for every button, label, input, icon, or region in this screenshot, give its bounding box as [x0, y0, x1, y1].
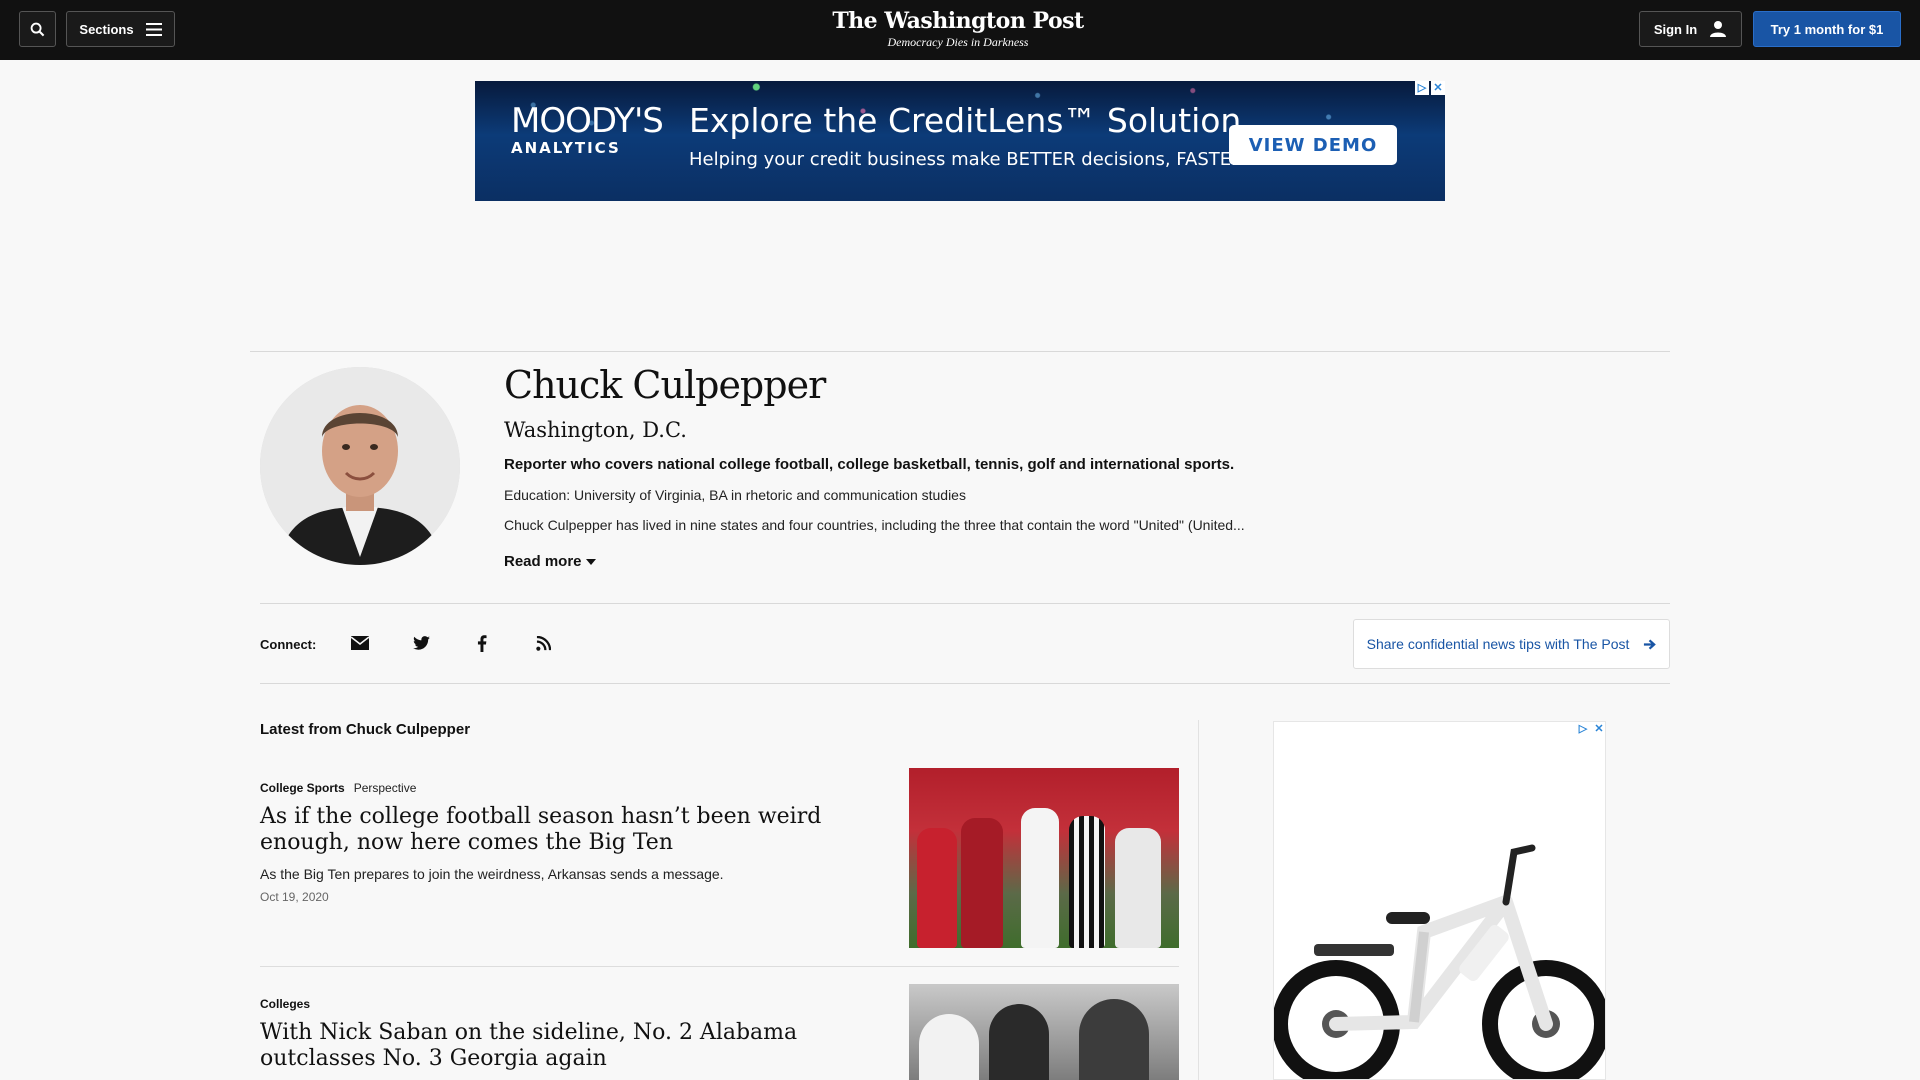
adchoices-controls: ▷ ✕	[1415, 81, 1445, 95]
adchoices-icon[interactable]: ▷	[1576, 722, 1590, 736]
subscribe-button[interactable]: Try 1 month for $1	[1753, 11, 1901, 47]
ad-brand-logo: MOODY'S ANALYTICS	[511, 101, 664, 157]
author-location: Washington, D.C.	[504, 418, 687, 442]
sidebar-advertisement[interactable]: ▷ ✕	[1273, 721, 1606, 1080]
story-date: Oct 19, 2020	[260, 890, 329, 904]
story-section-link[interactable]: College Sports	[260, 781, 345, 795]
coach-figure	[1021, 808, 1059, 948]
story-kicker: College Sports Perspective	[260, 781, 416, 795]
search-button[interactable]	[19, 11, 56, 47]
user-icon	[1710, 21, 1727, 37]
latest-heading: Latest from Chuck Culpepper	[260, 721, 471, 738]
story-image[interactable]	[909, 768, 1179, 948]
divider	[260, 603, 1670, 604]
player-figure	[961, 818, 1003, 948]
arrow-right-icon	[1644, 638, 1657, 650]
news-tips-button[interactable]: Share confidential news tips with The Po…	[1353, 619, 1670, 669]
staff-figure	[989, 1004, 1049, 1080]
sign-in-button[interactable]: Sign In	[1639, 11, 1742, 47]
connect-label: Connect:	[260, 637, 317, 652]
referee-figure	[1069, 816, 1105, 948]
author-avatar	[260, 367, 460, 565]
logo-title: The Washington Post	[832, 8, 1084, 34]
player-figure	[917, 828, 957, 948]
story-kicker: Colleges	[260, 997, 310, 1011]
ebike-illustration	[1274, 844, 1605, 1079]
sections-label: Sections	[79, 21, 134, 37]
author-bio: Chuck Culpepper has lived in nine states…	[504, 517, 1245, 533]
author-role: Reporter who covers national college foo…	[504, 456, 1235, 473]
ad-view-demo-button[interactable]: VIEW DEMO	[1229, 125, 1397, 165]
adchoices-controls: ▷ ✕	[1576, 722, 1605, 736]
story-title[interactable]: As if the college football season hasn’t…	[260, 804, 880, 856]
read-more-label: Read more	[504, 553, 582, 570]
author-name: Chuck Culpepper	[504, 363, 826, 407]
envelope-icon[interactable]	[349, 632, 371, 654]
sections-menu-button[interactable]: Sections	[66, 11, 175, 47]
story-image[interactable]	[909, 984, 1179, 1080]
adchoices-icon[interactable]: ▷	[1415, 81, 1429, 95]
player-figure	[1115, 828, 1161, 948]
twitter-icon[interactable]	[410, 632, 432, 654]
rss-icon[interactable]	[532, 632, 554, 654]
story-blurb: As the Big Ten prepares to join the weir…	[260, 866, 724, 882]
ad-headline: Explore the CreditLens™ Solution	[689, 101, 1242, 140]
author-education: Education: University of Virginia, BA in…	[504, 487, 966, 503]
search-icon	[30, 22, 45, 36]
coach-figure	[1079, 999, 1149, 1080]
divider	[250, 351, 1670, 352]
hamburger-icon	[145, 22, 162, 36]
news-tips-label: Share confidential news tips with The Po…	[1366, 636, 1630, 652]
read-more-button[interactable]: Read more	[504, 553, 596, 570]
top-navigation-bar: Sections The Washington Post Democracy D…	[0, 0, 1920, 60]
divider	[260, 966, 1179, 967]
author-portrait	[260, 367, 460, 565]
banner-advertisement[interactable]: MOODY'S ANALYTICS Explore the CreditLens…	[475, 81, 1445, 201]
ad-close-icon[interactable]: ✕	[1431, 81, 1445, 95]
story-section-link[interactable]: Colleges	[260, 997, 310, 1011]
ad-close-icon[interactable]: ✕	[1592, 722, 1605, 736]
story-title[interactable]: With Nick Saban on the sideline, No. 2 A…	[260, 1020, 880, 1072]
column-divider	[1198, 720, 1199, 1080]
site-logo[interactable]: The Washington Post Democracy Dies in Da…	[810, 8, 1106, 49]
divider	[260, 683, 1670, 684]
sign-in-label: Sign In	[1653, 21, 1698, 37]
facebook-icon[interactable]	[471, 632, 493, 654]
player-figure	[919, 1014, 979, 1080]
ad-subline: Helping your credit business make BETTER…	[689, 149, 1244, 170]
caret-down-icon	[585, 558, 596, 565]
story-label: Perspective	[353, 781, 417, 795]
ad-brand-name: MOODY'S	[511, 101, 664, 141]
ad-brand-sub: ANALYTICS	[511, 139, 621, 157]
logo-tagline: Democracy Dies in Darkness	[887, 35, 1029, 49]
